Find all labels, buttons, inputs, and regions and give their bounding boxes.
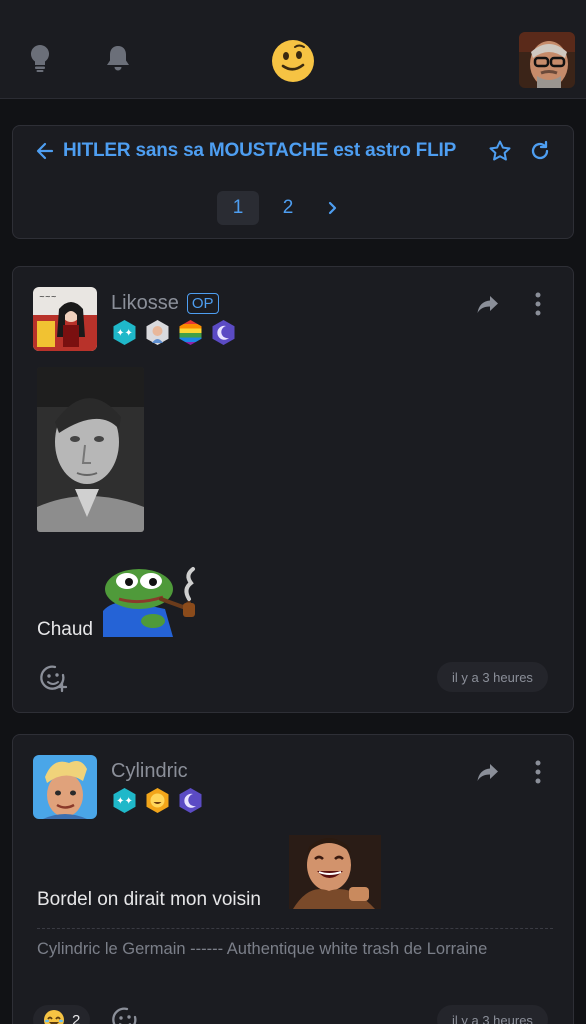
laughing-man-sticker xyxy=(289,835,381,909)
svg-text:✦✦: ✦✦ xyxy=(116,328,133,339)
author-name-text[interactable]: Cylindric xyxy=(111,760,188,783)
share-icon[interactable] xyxy=(475,759,501,785)
share-icon[interactable] xyxy=(475,291,501,317)
post-text: Bordel on dirait mon voisin xyxy=(37,889,261,910)
signature-divider xyxy=(37,928,553,929)
page-button-2[interactable]: 2 xyxy=(267,191,309,225)
post-timestamp[interactable]: il y a 3 heures xyxy=(437,1005,548,1024)
author-name-text[interactable]: Likosse xyxy=(111,292,179,315)
top-navigation-bar xyxy=(0,0,586,99)
badge-row: ✦✦ xyxy=(111,787,210,814)
bell-icon[interactable] xyxy=(100,40,136,76)
reaction-count: 2 xyxy=(72,1011,81,1024)
author-name[interactable]: Cylindric xyxy=(111,760,188,783)
add-reaction-icon[interactable] xyxy=(111,1005,141,1024)
moon-badge-icon xyxy=(179,788,202,813)
post-card: ~~~ Likosse OP ✦✦ Chaud il y a 3 heures xyxy=(12,266,574,713)
post-card: Cylindric ✦✦ Bordel on dirait mon voisin xyxy=(12,734,574,1024)
pepe-pipe-sticker xyxy=(103,565,197,637)
star-icon[interactable] xyxy=(488,139,512,163)
back-arrow-icon[interactable] xyxy=(35,140,55,162)
author-avatar[interactable] xyxy=(33,755,97,819)
badge-row: ✦✦ xyxy=(111,319,243,346)
author-avatar[interactable]: ~~~ xyxy=(33,287,97,351)
post-text: Chaud xyxy=(37,619,93,640)
lightbulb-icon[interactable] xyxy=(22,40,58,76)
chevron-right-icon[interactable] xyxy=(317,191,347,225)
post-timestamp[interactable]: il y a 3 heures xyxy=(437,662,548,692)
moon-badge-icon xyxy=(212,320,235,345)
user-avatar[interactable] xyxy=(519,32,575,88)
rainbow-badge-icon xyxy=(179,320,202,345)
svg-text:✦✦: ✦✦ xyxy=(116,796,133,807)
more-options-icon[interactable] xyxy=(527,291,549,317)
portrait-image[interactable] xyxy=(37,367,144,532)
op-badge: OP xyxy=(186,293,219,314)
refresh-icon[interactable] xyxy=(528,139,552,163)
more-options-icon[interactable] xyxy=(527,759,549,785)
stars-badge-icon: ✦✦ xyxy=(113,788,136,813)
pagination: 1 2 xyxy=(217,190,347,226)
author-name[interactable]: Likosse OP xyxy=(111,292,219,315)
laughing-badge-icon xyxy=(146,788,169,813)
laughing-emoji-icon xyxy=(44,1010,64,1024)
smiley-logo-icon[interactable] xyxy=(270,38,316,84)
old-man-badge-icon xyxy=(146,320,169,345)
signature-text: Cylindric le Germain ------ Authentique … xyxy=(37,940,488,958)
topic-header: HITLER sans sa MOUSTACHE est astro FLIP … xyxy=(12,125,574,239)
reaction-chip[interactable]: 2 xyxy=(33,1005,91,1024)
stars-badge-icon: ✦✦ xyxy=(113,320,136,345)
add-reaction-icon[interactable] xyxy=(39,663,69,693)
svg-text:~~~: ~~~ xyxy=(39,293,57,301)
topic-title[interactable]: HITLER sans sa MOUSTACHE est astro FLIP xyxy=(63,140,456,162)
page-button-1[interactable]: 1 xyxy=(217,191,259,225)
